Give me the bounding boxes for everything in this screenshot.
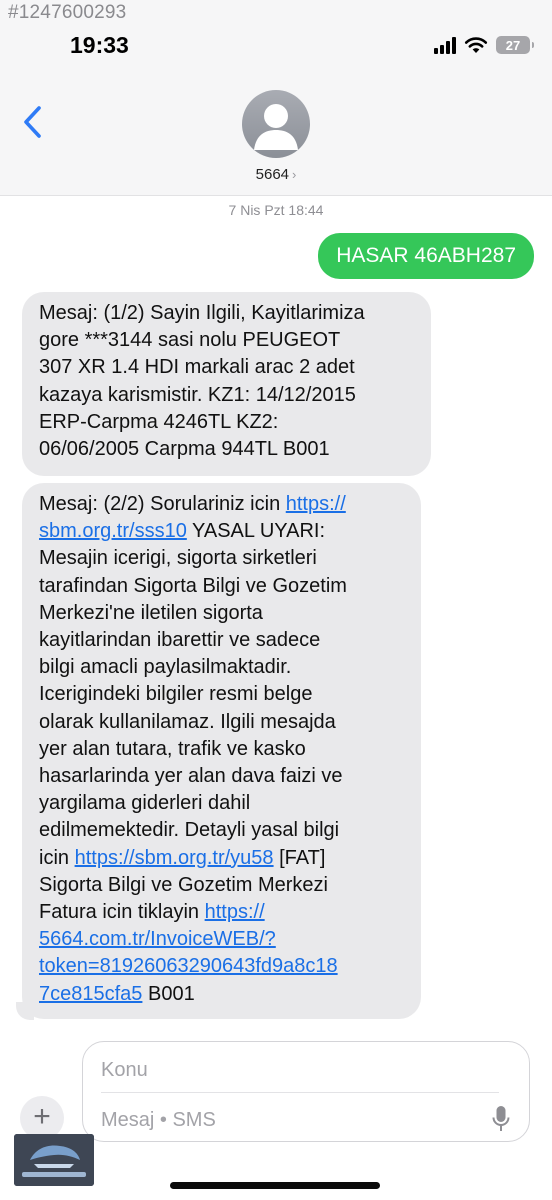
contact-avatar[interactable] (242, 90, 310, 158)
listing-id-watermark: #1247600293 (8, 2, 127, 23)
microphone-icon[interactable] (491, 1104, 511, 1134)
conversation-header: #1247600293 19:33 27 5664 › (0, 0, 552, 196)
contact-name[interactable]: 5664 › (0, 166, 552, 183)
outgoing-message-bubble[interactable]: HASAR 46ABH287 (318, 233, 534, 279)
person-icon (254, 104, 298, 150)
messages-screen: #1247600293 19:33 27 5664 › 7 Nis Pzt 18… (0, 0, 552, 1200)
bubble-tail (16, 1002, 34, 1020)
subject-input[interactable] (101, 1054, 501, 1086)
message-text: B001 (142, 982, 195, 1005)
message-text: YASAL UYARI: Mesajin icerigi, sigorta si… (39, 520, 347, 869)
composer-divider (101, 1092, 499, 1093)
wifi-icon (464, 37, 488, 53)
chevron-right-icon: › (292, 167, 297, 182)
legal-info-link[interactable]: https://sbm.org.tr/yu58 (75, 847, 274, 869)
message-composer (82, 1041, 530, 1142)
message-timestamp: 7 Nis Pzt 18:44 (228, 202, 324, 218)
contact-name-label: 5664 (255, 166, 290, 183)
incoming-message-bubble-2[interactable]: Mesaj: (2/2) Sorulariniz icin https:// s… (22, 483, 421, 1019)
status-time: 19:33 (70, 32, 129, 58)
home-indicator (170, 1182, 380, 1189)
dealer-logo-watermark (14, 1134, 94, 1186)
back-chevron-icon[interactable] (18, 104, 48, 140)
message-input[interactable] (101, 1104, 481, 1136)
message-text: Mesaj: (2/2) Sorulariniz icin (39, 493, 286, 515)
signal-icon (434, 36, 456, 54)
status-icons: 27 (434, 34, 534, 56)
battery-icon: 27 (496, 36, 534, 54)
incoming-message-bubble[interactable]: Mesaj: (1/2) Sayin Ilgili, Kayitlarimiza… (22, 292, 431, 476)
